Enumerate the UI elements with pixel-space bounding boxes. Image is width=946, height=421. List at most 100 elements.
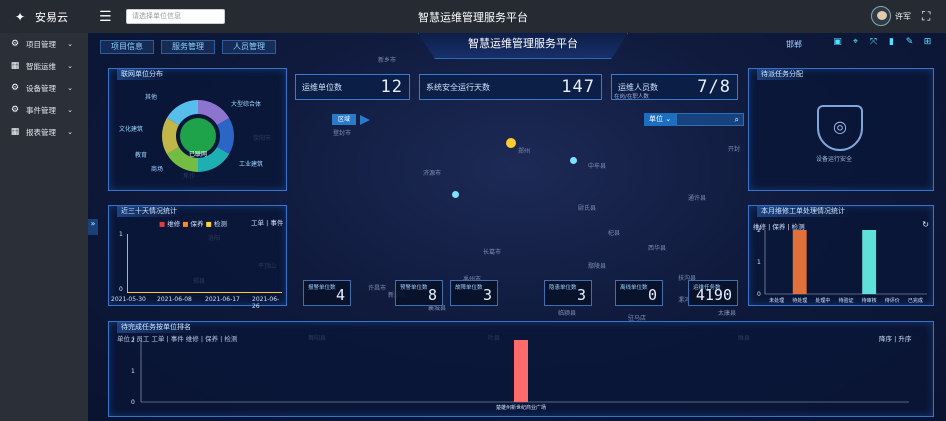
sidebar-item-event[interactable]: ⚙ 事件管理 ⌄	[0, 99, 88, 121]
x-tick-label: 待审核	[862, 297, 877, 304]
sidebar-item-label: 智能运维	[26, 61, 56, 71]
work-order-chart: 2 1 0 未处理 待处理 处理中 待验证 待审核 待评价 已完成	[757, 227, 927, 304]
donut-center	[180, 118, 216, 154]
dispatch-panel: 待派任务分配 ◎ 设备运行安全	[748, 68, 934, 191]
donut-center-label: 已联网	[189, 150, 207, 158]
ranking-chart: 2 1 0 楚雄州新世纪商业广场	[131, 337, 909, 411]
donut-chart: 已联网 其他大型综合体文化建筑教育商场 工业建筑	[119, 93, 263, 173]
chevron-down-icon: ⌄	[67, 62, 73, 70]
counter-label: 隐患单位数	[549, 285, 577, 291]
tab-staff[interactable]: 人员管理	[222, 40, 276, 54]
counter-value: 3	[482, 286, 492, 304]
sidebar-item-label: 事件管理	[26, 105, 56, 115]
x-tick-label: 待验证	[838, 297, 853, 304]
logo-icon: ✦	[15, 9, 26, 24]
panel-title: 待派任务分配	[757, 68, 807, 80]
chevron-down-icon: ⌄	[67, 106, 73, 114]
bar	[862, 230, 877, 294]
x-axis	[127, 292, 282, 293]
chart-icon: ▦	[10, 127, 20, 137]
menu-icon[interactable]: ☰	[99, 9, 112, 25]
y-tick-label: 0	[757, 291, 761, 298]
map-marker[interactable]	[506, 138, 516, 148]
tab-project-info[interactable]: 项目信息	[100, 40, 154, 54]
stat-days: 系统安全运行天数 147	[419, 74, 602, 100]
thirty-day-panel: 近三十天情况统计 ■ 维修 ■ 保养 ■ 检测 工单 | 事件 1 0 2021…	[108, 205, 287, 310]
x-tick-label: 待处理	[792, 297, 807, 304]
y-tick-label: 0	[131, 399, 135, 406]
unit-filter-input[interactable]: ⌕	[676, 113, 744, 126]
map-label: 郑州	[518, 148, 531, 155]
play-icon[interactable]	[360, 115, 370, 125]
counter-card[interactable]: 报警单位数 4	[303, 280, 351, 306]
map-marker[interactable]	[452, 191, 459, 198]
screen-icon[interactable]: ▣	[832, 37, 843, 48]
order-event-tabs[interactable]: 工单 | 事件	[251, 217, 283, 227]
x-tick-label: 楚雄州新世纪商业广场	[496, 404, 546, 411]
sidebar-item-report[interactable]: ▦ 报表管理 ⌄	[0, 121, 88, 143]
sidebar-item-device[interactable]: ⚙ 设备管理 ⌄	[0, 77, 88, 99]
counter-value: 4190	[695, 286, 732, 304]
work-order-panel: 本月维修工单处理情况统计 维修 | 保养 | 检测 ↻ 2 1 0 未处理 待处理 处理中…	[748, 205, 934, 306]
map-label: 鄢陵县	[588, 263, 607, 270]
counter-value: 4	[335, 286, 345, 304]
search-icon[interactable]: ⌕	[735, 115, 739, 125]
map-label: 通许县	[688, 195, 707, 202]
bar	[792, 230, 807, 294]
collapse-toggle[interactable]: »	[88, 219, 98, 235]
counter-label: 预警单位数	[400, 285, 428, 291]
sidebar-item-label: 报表管理	[26, 127, 56, 137]
y-tick-label: 2	[757, 227, 761, 234]
sidebar-item-ops[interactable]: ▦ 智能运维 ⌄	[0, 55, 88, 77]
sidebar-item-label: 项目管理	[26, 39, 56, 49]
unit-filter-button[interactable]: 单位 ⌄	[644, 113, 676, 126]
map-marker[interactable]	[570, 157, 577, 164]
y-tick-label: 1	[131, 368, 135, 375]
counter-card[interactable]: 故障单位数 3	[450, 280, 498, 306]
gear-icon: ⚙	[10, 105, 20, 115]
battery-icon[interactable]: ▮	[886, 37, 897, 48]
page-title: 智慧运维管理服务平台	[418, 33, 628, 59]
expand-icon[interactable]: ⤧	[868, 37, 879, 48]
donut-label: 文化建筑	[119, 125, 143, 133]
counter-card[interactable]: 预警单位数 8	[395, 280, 443, 306]
fullscreen-icon[interactable]: ⛶	[922, 9, 930, 24]
counter-label: 报警单位数	[308, 285, 336, 291]
unit-search-input[interactable]: 请选择单位信息	[126, 9, 225, 24]
sidebar: ⚙ 项目管理 ⌄ ▦ 智能运维 ⌄ ⚙ 设备管理 ⌄ ⚙ 事件管理 ⌄ ▦ 报表管理 ⌄	[0, 33, 88, 421]
staff-note: 在岗/在职人数	[614, 94, 649, 100]
map-label: 登封市	[333, 130, 352, 137]
location-icon[interactable]: ⌖	[850, 37, 861, 48]
donut-label: 其他	[145, 93, 157, 101]
counter-card[interactable]: 运维任务数 4190	[688, 280, 738, 306]
map-label: 太康县	[718, 310, 737, 317]
edit-icon[interactable]: ✎	[904, 37, 915, 48]
legend: ■ 维修 ■ 保养 ■ 检测	[159, 220, 227, 228]
donut-label: 工业建筑	[239, 160, 263, 168]
map-label: 杞县	[608, 230, 621, 237]
x-tick-label: 已完成	[908, 297, 923, 304]
map-label: 西华县	[648, 245, 667, 252]
sidebar-item-project[interactable]: ⚙ 项目管理 ⌄	[0, 33, 88, 55]
chevron-down-icon: ⌄	[67, 128, 73, 136]
dashboard: 新乡市郑州开封洛阳新郑市漯河许昌市平顶山驻马店焦作济源市荥阳市登封市中牟县尉氏县…	[88, 33, 946, 421]
donut-label: 教育	[135, 151, 147, 159]
map-label: 尉氏县	[578, 205, 597, 212]
counter-card[interactable]: 隐患单位数 3	[544, 280, 592, 306]
counter-card[interactable]: 离线单位数 0	[615, 280, 663, 306]
map-label: 临颍县	[558, 310, 577, 317]
user-name[interactable]: 许军	[895, 11, 911, 22]
region-button[interactable]: 区域	[332, 114, 356, 125]
map-label: 许昌市	[368, 285, 387, 292]
avatar[interactable]	[871, 6, 891, 26]
map-label: 新乡市	[378, 57, 397, 64]
logo: ✦ 安易云	[0, 0, 88, 33]
grid-icon[interactable]: ⊞	[922, 37, 933, 48]
tab-service[interactable]: 服务管理	[161, 40, 215, 54]
donut-label: 商场	[151, 165, 163, 173]
logo-text: 安易云	[35, 10, 68, 24]
map-label: 中牟县	[588, 163, 607, 170]
top-bar: ✦ 安易云 ☰ 请选择单位信息 智慧运维管理服务平台 许军 ⛶	[0, 0, 946, 33]
counter-label: 故障单位数	[455, 285, 483, 291]
caption: 设备运行安全	[816, 156, 853, 163]
